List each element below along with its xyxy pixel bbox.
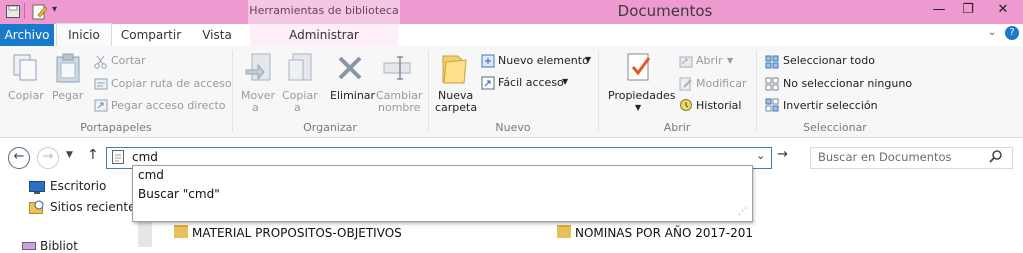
no-seleccionar-button[interactable]: No seleccionar ninguno [783,77,912,90]
history-icon [679,98,693,115]
mover-a-label-2[interactable]: a [252,101,259,114]
group-label-abrir: Abrir [663,121,691,134]
invert-selection-icon [765,98,779,115]
properties-icon [625,52,653,87]
list-item[interactable]: NOMINAS POR AÑO 2017-201 [557,225,753,240]
window-title: Documentos [617,2,713,20]
resize-grip-icon[interactable]: ⋰ [738,207,747,217]
modificar-button[interactable]: Modificar [696,77,747,90]
tab-vista[interactable]: Vista [194,24,240,46]
delete-icon [336,54,364,85]
navpane-item-sitios-recientes[interactable]: Sitios recientes [50,200,142,214]
new-item-icon [481,54,495,71]
edit-icon[interactable] [32,4,48,20]
tab-administrar[interactable]: Administrar [250,24,398,46]
autocomplete-item-search[interactable]: Buscar "cmd" [138,187,220,201]
pegar-button[interactable]: Pegar [52,89,83,102]
eliminar-button[interactable]: Eliminar [330,89,375,102]
copy-icon [10,52,42,87]
pegar-acceso-button[interactable]: Pegar acceso directo [111,99,226,112]
easy-access-icon [481,76,495,93]
list-item[interactable]: MATERIAL PROPOSITOS-OBJETIVOS [174,225,402,240]
help-icon[interactable]: ? [1005,26,1019,40]
chevron-down-icon[interactable]: ⌄ [756,149,765,162]
chevron-down-icon[interactable]: ▼ [635,103,641,112]
cortar-button[interactable]: Cortar [111,54,146,67]
back-button[interactable]: ← [8,147,30,169]
seleccionar-todo-button[interactable]: Seleccionar todo [783,54,875,67]
up-arrow-icon[interactable]: ↑ [87,147,99,163]
clipboard-icon [52,52,84,87]
minimize-button[interactable]: — [924,0,954,22]
group-divider [232,50,233,132]
column-divider [138,220,152,247]
nueva-carpeta-label-2[interactable]: carpeta [435,101,477,114]
propiedades-button[interactable]: Propiedades [608,89,675,102]
group-label-organizar: Organizar [303,121,357,134]
group-divider [756,50,757,132]
select-all-icon [765,55,779,72]
abrir-button[interactable]: Abrir [696,54,723,67]
close-button[interactable]: ✕ [984,0,1022,22]
rename-icon [382,54,412,85]
folder-name: MATERIAL PROPOSITOS-OBJETIVOS [192,226,402,240]
invertir-seleccion-button[interactable]: Invertir selección [783,99,878,112]
copy-path-icon [94,77,108,94]
new-folder-icon [440,52,470,89]
folder-name: NOMINAS POR AÑO 2017-201 [575,226,753,240]
autocomplete-dropdown [132,165,753,222]
recent-locations-icon[interactable]: ▼ [66,150,73,160]
search-icon[interactable] [989,149,1003,166]
group-label-seleccionar: Seleccionar [803,121,867,134]
tab-archivo[interactable]: Archivo [0,24,54,46]
cambiar-label-2[interactable]: nombre [378,101,420,114]
group-label-nuevo: Nuevo [495,121,531,134]
go-arrow-icon[interactable]: → [777,147,788,162]
title-bar [0,0,1023,24]
search-input[interactable] [818,148,988,166]
recent-places-icon [29,200,45,217]
tab-inicio[interactable]: Inicio [56,23,112,46]
qat-dropdown-icon[interactable]: ▾ [52,4,57,15]
historial-button[interactable]: Historial [696,99,741,112]
file-icon [112,150,124,167]
library-icon [22,239,36,253]
copiar-a-label-2[interactable]: a [294,101,301,114]
nuevo-elemento-button[interactable]: Nuevo elemento [498,54,589,67]
copiar-button[interactable]: Copiar [8,89,44,102]
tab-compartir[interactable]: Compartir [118,24,184,46]
chevron-down-icon[interactable]: ▼ [727,56,733,65]
navpane-item-bibliotecas[interactable]: Bibliot [40,239,78,253]
address-input[interactable] [132,148,742,166]
folder-icon [557,225,571,238]
facil-acceso-button[interactable]: Fácil acceso [498,76,564,89]
chevron-down-icon[interactable]: ▼ [585,55,591,64]
move-to-icon [244,52,276,87]
maximize-button[interactable]: ❐ [953,0,983,22]
chevron-down-icon[interactable]: ▼ [562,77,568,86]
group-label-portapapeles: Portapapeles [80,121,152,134]
group-divider [428,50,429,132]
copy-to-icon [285,52,317,87]
select-none-icon [765,77,779,94]
desktop-icon [29,181,45,197]
navpane-item-escritorio[interactable]: Escritorio [50,179,106,193]
group-divider [598,50,599,132]
copiar-ruta-button[interactable]: Copiar ruta de acceso [111,77,232,90]
forward-button[interactable]: → [37,147,59,169]
contextual-tab-group-label: Herramientas de biblioteca [249,4,399,17]
chevron-down-icon[interactable]: ⌄ [988,27,996,38]
edit-file-icon [679,77,693,94]
paste-shortcut-icon [94,98,108,115]
save-icon[interactable] [6,5,20,18]
scissors-icon [94,55,108,72]
qat-divider [24,3,25,19]
autocomplete-item-cmd[interactable]: cmd [138,168,164,182]
open-icon [679,55,693,72]
folder-icon [174,225,188,238]
